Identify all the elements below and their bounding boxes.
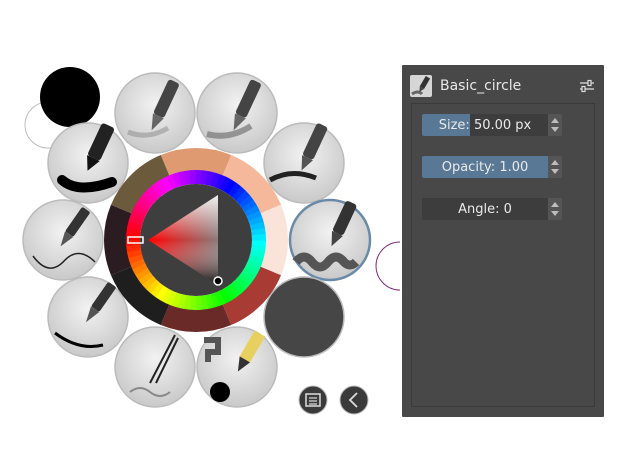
size-slider[interactable]: Size: 50.00 px: [422, 114, 548, 136]
angle-slider[interactable]: Angle: 0: [422, 198, 548, 220]
angle-text: Angle: 0: [422, 198, 548, 220]
preset-slot-5[interactable]: [22, 199, 104, 281]
opacity-slider[interactable]: Opacity: 1.00: [422, 156, 548, 178]
color-cursor[interactable]: [213, 276, 223, 286]
preset-slot-3[interactable]: [47, 122, 129, 204]
angle-spinbox[interactable]: Angle: 0: [422, 198, 562, 220]
size-label: Size:: [438, 117, 470, 133]
tune-icon[interactable]: [578, 77, 596, 95]
preset-slot-2[interactable]: [196, 72, 278, 154]
angle-value: 0: [503, 201, 512, 217]
opacity-text: Opacity: 1.00: [422, 156, 548, 178]
preset-slot-4[interactable]: [263, 122, 345, 204]
panel-body: Size: 50.00 px Opacity: 1.00 Angle: 0: [411, 103, 595, 407]
preset-name: Basic_circle: [440, 78, 522, 94]
preset-slot-8[interactable]: [263, 276, 345, 358]
preset-slot-7[interactable]: [47, 276, 129, 358]
preset-slot-10[interactable]: [196, 326, 278, 408]
tag-list-button[interactable]: [298, 385, 328, 415]
collapse-palette-button[interactable]: [339, 385, 369, 415]
size-value: 50.00 px: [473, 117, 532, 133]
size-spinbox[interactable]: Size: 50.00 px: [422, 114, 562, 136]
brush-settings-panel: Basic_circle Size: 50.00 px Opacity: 1.0…: [402, 65, 604, 417]
preset-slot-6-selected[interactable]: [288, 198, 372, 282]
opacity-spinbox[interactable]: Opacity: 1.00: [422, 156, 562, 178]
angle-label: Angle:: [458, 201, 500, 217]
popup-palette: [22, 67, 400, 415]
angle-stepper[interactable]: [548, 198, 562, 220]
foreground-color-swatch[interactable]: [40, 67, 100, 127]
preset-slot-1[interactable]: [114, 72, 196, 154]
opacity-stepper[interactable]: [548, 156, 562, 178]
size-stepper[interactable]: [548, 114, 562, 136]
size-text: Size: 50.00 px: [422, 114, 548, 136]
preset-slot-9[interactable]: [114, 326, 196, 408]
opacity-label: Opacity:: [441, 159, 496, 175]
opacity-value: 1.00: [499, 159, 529, 175]
brush-preset-icon: [410, 75, 432, 97]
brush-outline-cursor: [375, 241, 400, 291]
panel-header: Basic_circle: [410, 73, 596, 99]
